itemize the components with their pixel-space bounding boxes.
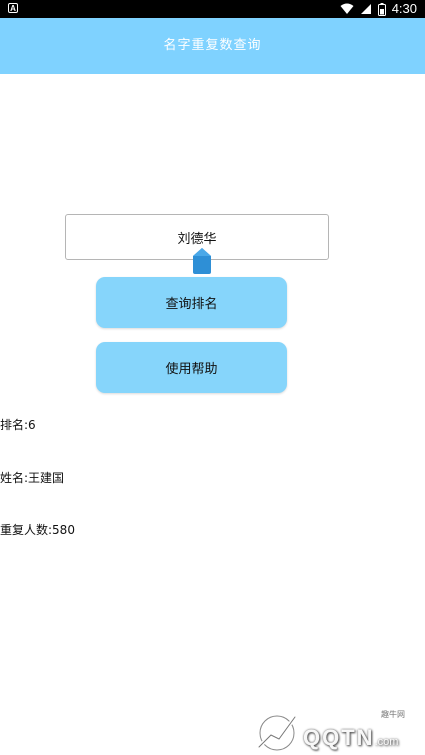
signal-icon bbox=[360, 4, 371, 14]
result-count: 重复人数:580 bbox=[0, 523, 75, 537]
query-rank-button[interactable]: 查询排名 bbox=[96, 277, 287, 328]
qqtn-logo-icon bbox=[257, 713, 297, 753]
app-bar: 名字重复数查询 bbox=[0, 18, 425, 74]
watermark: 趣牛网 QQTN.com bbox=[251, 703, 421, 753]
watermark-site-name: 趣牛网 bbox=[381, 710, 405, 719]
text-cursor-handle[interactable] bbox=[192, 248, 212, 274]
watermark-brand: QQTN bbox=[303, 725, 375, 750]
page-title: 名字重复数查询 bbox=[163, 38, 262, 53]
status-bar: A 4:30 bbox=[0, 0, 425, 18]
result-name: 姓名:王建国 bbox=[0, 471, 65, 485]
battery-icon bbox=[377, 2, 386, 16]
watermark-text: QQTN.com bbox=[303, 725, 398, 751]
help-button[interactable]: 使用帮助 bbox=[96, 342, 287, 393]
watermark-domain-suffix: .com bbox=[374, 736, 399, 748]
notification-icon: A bbox=[8, 3, 18, 13]
wifi-icon bbox=[340, 3, 354, 14]
result-rank: 排名:6 bbox=[0, 418, 36, 432]
status-time: 4:30 bbox=[391, 1, 417, 16]
status-icons: 4:30 bbox=[340, 0, 417, 18]
